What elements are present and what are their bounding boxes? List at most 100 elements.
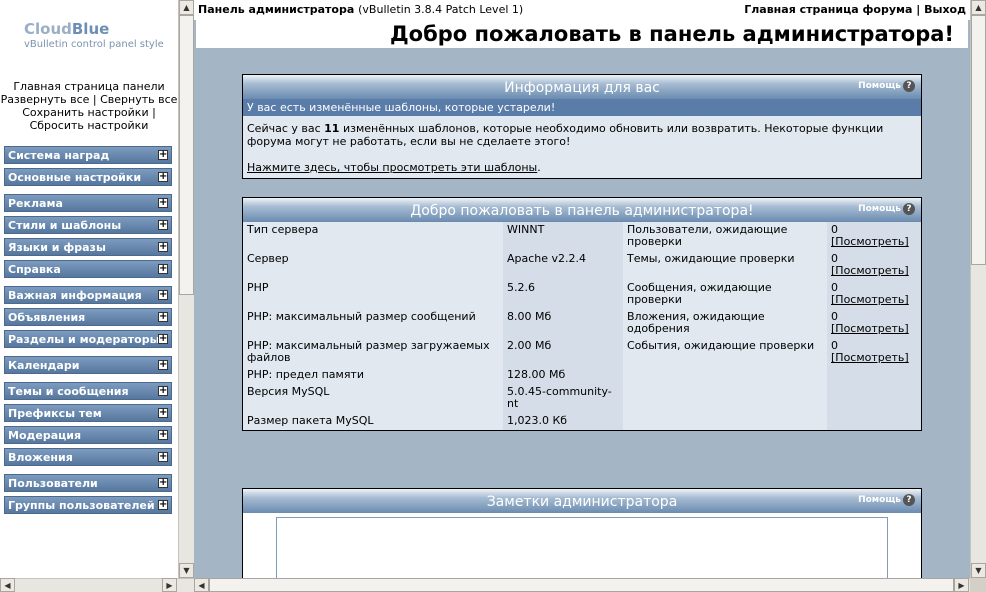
expand-plus-icon[interactable]: + bbox=[158, 312, 168, 322]
left-vertical-scrollbar[interactable]: ▲ ▼ bbox=[178, 0, 194, 578]
empty-cell bbox=[623, 367, 827, 384]
message-text: Сейчас у вас bbox=[247, 122, 325, 135]
expand-plus-icon[interactable]: + bbox=[158, 500, 168, 510]
expand-plus-icon[interactable]: + bbox=[158, 386, 168, 396]
header-links: Главная страница форума | Выход bbox=[744, 0, 966, 20]
nav-item-ads[interactable]: Реклама + bbox=[4, 194, 172, 212]
stat-value: 1,023.0 Кб bbox=[503, 413, 623, 430]
link-separator: | bbox=[148, 106, 156, 119]
scroll-thumb[interactable] bbox=[971, 15, 986, 265]
scroll-left-arrow-icon[interactable]: ◀ bbox=[194, 578, 209, 592]
view-events-link[interactable]: [Посмотреть] bbox=[831, 351, 909, 364]
scroll-down-arrow-icon[interactable]: ▼ bbox=[971, 563, 986, 578]
scroll-thumb[interactable] bbox=[179, 15, 194, 295]
expand-plus-icon[interactable]: + bbox=[158, 172, 168, 182]
expand-plus-icon[interactable]: + bbox=[158, 242, 168, 252]
help-question-icon[interactable]: ? bbox=[903, 79, 915, 92]
nav-item-thread-prefixes[interactable]: Префиксы тем + bbox=[4, 404, 172, 422]
moderation-count-cell: 0 [Посмотреть] bbox=[827, 222, 921, 251]
expand-plus-icon[interactable]: + bbox=[158, 264, 168, 274]
reset-settings-link[interactable]: Сбросить настройки bbox=[30, 119, 149, 132]
scroll-down-arrow-icon[interactable]: ▼ bbox=[179, 563, 194, 578]
view-posts-link[interactable]: [Посмотреть] bbox=[831, 293, 909, 306]
expand-plus-icon[interactable]: + bbox=[158, 430, 168, 440]
nav-item-users[interactable]: Пользователи + bbox=[4, 474, 172, 492]
stat-label: PHP: максимальный размер сообщений bbox=[243, 309, 503, 338]
scroll-left-arrow-icon[interactable]: ◀ bbox=[0, 578, 15, 592]
info-panel-header: Информация для вас Помощь? bbox=[243, 75, 921, 99]
expand-all-link[interactable]: Развернуть все bbox=[1, 93, 90, 106]
expand-plus-icon[interactable]: + bbox=[158, 452, 168, 462]
empty-cell bbox=[827, 367, 921, 384]
moderation-label: Сообщения, ожидающие проверки bbox=[623, 280, 827, 309]
expand-plus-icon[interactable]: + bbox=[158, 198, 168, 208]
view-users-link[interactable]: [Посмотреть] bbox=[831, 235, 909, 248]
moderation-label: Вложения, ожидающие одобрения bbox=[623, 309, 827, 338]
moderation-count-cell: 0 [Посмотреть] bbox=[827, 338, 921, 367]
nav-item-moderation[interactable]: Модерация + bbox=[4, 426, 172, 444]
main-horizontal-scrollbar[interactable]: ◀ ▶ bbox=[194, 578, 970, 592]
logout-link[interactable]: Выход bbox=[924, 3, 966, 16]
expand-plus-icon[interactable]: + bbox=[158, 478, 168, 488]
help-link[interactable]: Помощь? bbox=[858, 202, 915, 216]
brand-tagline: vBulletin control panel style bbox=[24, 39, 164, 50]
scroll-right-arrow-icon[interactable]: ▶ bbox=[954, 578, 969, 592]
table-row: PHP: предел памяти 128.00 Мб bbox=[243, 367, 921, 384]
view-attachments-link[interactable]: [Посмотреть] bbox=[831, 322, 909, 335]
nav-item-forums-moderators[interactable]: Разделы и модераторы + bbox=[4, 330, 172, 348]
link-separator: | bbox=[89, 93, 101, 106]
template-count: 11 bbox=[324, 122, 340, 135]
view-threads-link[interactable]: [Посмотреть] bbox=[831, 264, 909, 277]
expand-plus-icon[interactable]: + bbox=[158, 220, 168, 230]
main-content-frame: Панель администратора (vBulletin 3.8.4 P… bbox=[194, 0, 970, 578]
scroll-up-arrow-icon[interactable]: ▲ bbox=[179, 0, 194, 15]
help-question-icon[interactable]: ? bbox=[903, 493, 915, 506]
nav-item-calendars[interactable]: Календари + bbox=[4, 356, 172, 374]
expand-plus-icon[interactable]: + bbox=[158, 334, 168, 344]
expand-plus-icon[interactable]: + bbox=[158, 360, 168, 370]
admin-notes-textarea[interactable] bbox=[276, 517, 888, 578]
table-row: PHP 5.2.6 Сообщения, ожидающие проверки … bbox=[243, 280, 921, 309]
left-nav-frame: CloudBlue vBulletin control panel style … bbox=[0, 0, 178, 578]
nav-item-languages[interactable]: Языки и фразы + bbox=[4, 238, 172, 256]
scroll-thumb[interactable] bbox=[209, 578, 954, 592]
nav-group: Важная информация + Объявления + Разделы и… bbox=[0, 286, 178, 348]
nav-item-awards[interactable]: Система наград + bbox=[4, 146, 172, 164]
nav-item-usergroups[interactable]: Группы пользователей + bbox=[4, 496, 172, 514]
nav-item-help[interactable]: Справка + bbox=[4, 260, 172, 278]
nav-item-main-settings[interactable]: Основные настройки + bbox=[4, 168, 172, 186]
stat-value: Apache v2.2.4 bbox=[503, 251, 623, 280]
templates-message: Сейчас у вас 11 изменённых шаблонов, кот… bbox=[247, 122, 917, 148]
collapse-all-link[interactable]: Свернуть все bbox=[100, 93, 177, 106]
help-link[interactable]: Помощь? bbox=[858, 493, 915, 507]
expand-plus-icon[interactable]: + bbox=[158, 150, 168, 160]
left-horizontal-scrollbar[interactable]: ◀ ▶ bbox=[0, 578, 194, 592]
nav-item-announcements[interactable]: Объявления + bbox=[4, 308, 172, 326]
nav-item-important-info[interactable]: Важная информация + bbox=[4, 286, 172, 304]
main-vertical-scrollbar[interactable]: ▲ ▼ bbox=[970, 0, 986, 578]
nav-item-threads-posts[interactable]: Темы и сообщения + bbox=[4, 382, 172, 400]
stat-label: Размер пакета MySQL bbox=[243, 413, 503, 430]
help-question-icon[interactable]: ? bbox=[903, 202, 915, 215]
table-row: Сервер Apache v2.2.4 Темы, ожидающие про… bbox=[243, 251, 921, 280]
scroll-right-arrow-icon[interactable]: ▶ bbox=[162, 578, 177, 592]
save-settings-link[interactable]: Сохранить настройки bbox=[22, 106, 148, 119]
scroll-up-arrow-icon[interactable]: ▲ bbox=[971, 0, 986, 15]
table-row: PHP: максимальный размер загружаемых фай… bbox=[243, 338, 921, 367]
nav-item-label: Важная информация bbox=[8, 289, 142, 302]
moderation-count-cell: 0 [Посмотреть] bbox=[827, 251, 921, 280]
nav-item-styles-templates[interactable]: Стили и шаблоны + bbox=[4, 216, 172, 234]
nav-item-attachments[interactable]: Вложения + bbox=[4, 448, 172, 466]
brand-part2: Blue bbox=[71, 20, 110, 38]
expand-plus-icon[interactable]: + bbox=[158, 290, 168, 300]
nav-item-label: Модерация bbox=[8, 429, 82, 442]
forum-home-link[interactable]: Главная страница форума bbox=[744, 3, 912, 16]
control-panel-home-link[interactable]: Главная страница панели bbox=[13, 80, 164, 93]
stat-label: PHP: максимальный размер загружаемых фай… bbox=[243, 338, 503, 367]
expand-plus-icon[interactable]: + bbox=[158, 408, 168, 418]
nav-item-label: Основные настройки bbox=[8, 171, 142, 184]
title-text: Панель администратора bbox=[198, 3, 355, 16]
info-panel-body: Сейчас у вас 11 изменённых шаблонов, кот… bbox=[243, 116, 921, 178]
help-link[interactable]: Помощь? bbox=[858, 79, 915, 93]
view-templates-link[interactable]: Нажмите здесь, чтобы просмотреть эти шаб… bbox=[247, 161, 537, 174]
